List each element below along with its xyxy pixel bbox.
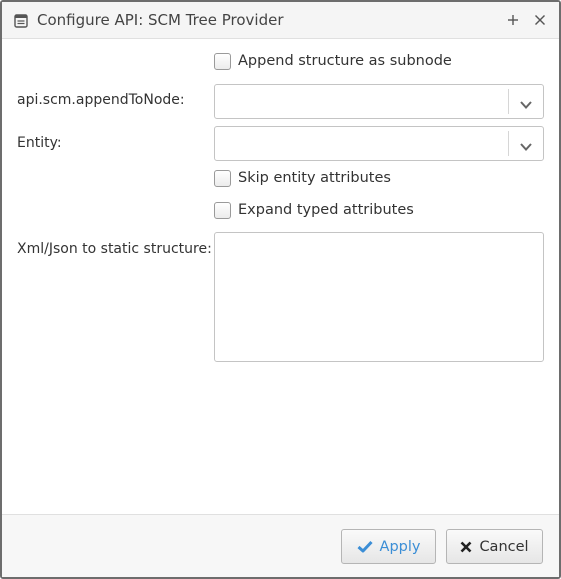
plus-icon (507, 11, 519, 30)
entity-label: Entity: (17, 135, 62, 151)
title-bar[interactable]: Configure API: SCM Tree Provider (2, 2, 559, 39)
x-icon (460, 541, 472, 553)
append-to-node-label: api.scm.appendToNode: (17, 92, 185, 108)
append-structure-checkbox[interactable] (214, 52, 231, 70)
dialog-footer: Apply Cancel (2, 514, 559, 577)
entity-combobox[interactable] (214, 126, 544, 161)
cancel-button[interactable]: Cancel (446, 529, 543, 564)
chevron-down-icon[interactable] (519, 138, 533, 151)
skip-entity-attributes-checkbox[interactable] (214, 169, 231, 187)
apply-button-label: Apply (379, 538, 421, 555)
close-icon (534, 11, 546, 30)
expand-typed-attributes-label: Expand typed attributes (238, 202, 414, 218)
dialog-window-icon (14, 13, 28, 28)
close-button[interactable] (530, 10, 550, 30)
dialog-title: Configure API: SCM Tree Provider (37, 11, 284, 29)
checkmark-icon (357, 540, 373, 553)
static-structure-textarea[interactable] (214, 232, 544, 362)
combo-divider (508, 131, 509, 156)
skip-entity-attributes-label: Skip entity attributes (238, 170, 391, 186)
expand-typed-attributes-checkbox-row[interactable]: Expand typed attributes (214, 200, 414, 220)
chevron-down-icon[interactable] (519, 96, 533, 109)
apply-button[interactable]: Apply (341, 529, 436, 564)
skip-entity-attributes-checkbox-row[interactable]: Skip entity attributes (214, 168, 391, 188)
combo-divider (508, 89, 509, 114)
expand-typed-attributes-checkbox[interactable] (214, 201, 231, 219)
append-structure-label: Append structure as subnode (238, 53, 452, 69)
append-to-node-combobox[interactable] (214, 84, 544, 119)
static-structure-label: Xml/Json to static structure: (17, 241, 212, 257)
append-structure-checkbox-row[interactable]: Append structure as subnode (214, 51, 452, 71)
configure-api-dialog: Configure API: SCM Tree Provider Append … (0, 0, 561, 579)
maximize-button[interactable] (503, 10, 523, 30)
cancel-button-label: Cancel (479, 538, 529, 555)
